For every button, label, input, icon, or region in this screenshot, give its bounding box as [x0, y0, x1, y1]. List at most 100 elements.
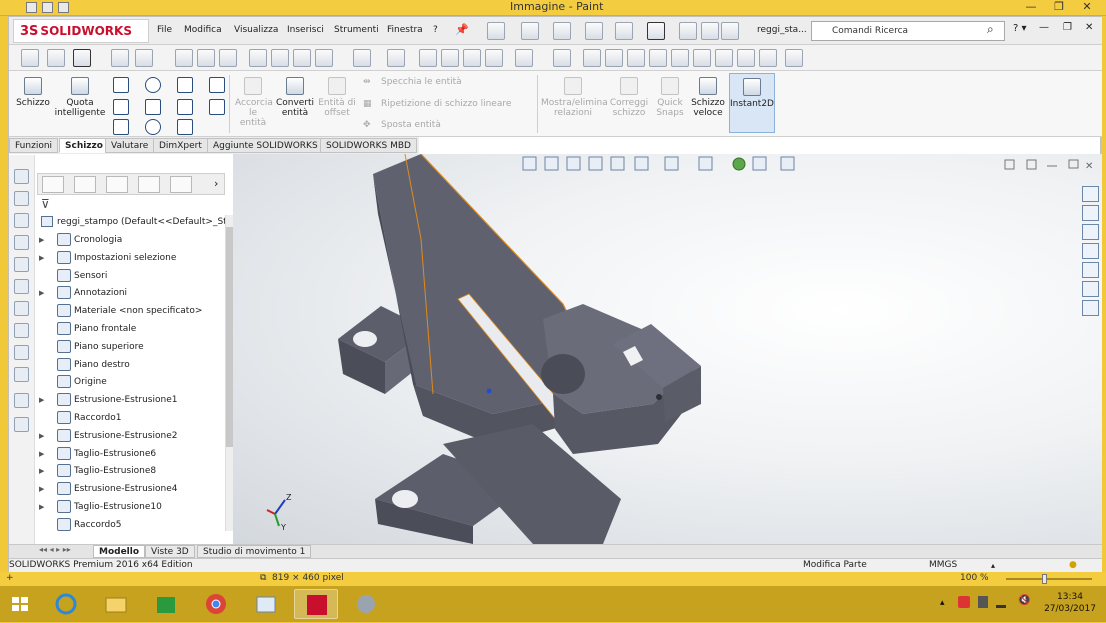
- dynamic-annotation-hud-icon[interactable]: [610, 156, 625, 171]
- rebuild-icon[interactable]: ●: [1069, 559, 1077, 572]
- spline-icon[interactable]: [177, 77, 193, 93]
- tray-device-icon[interactable]: [978, 596, 988, 608]
- point-icon[interactable]: [209, 77, 225, 93]
- instant2d-button[interactable]: Instant2D: [729, 73, 775, 133]
- internet-explorer-icon[interactable]: [44, 589, 88, 619]
- tree-scrollbar-thumb[interactable]: [226, 227, 233, 447]
- zoom-slider[interactable]: [1006, 578, 1092, 580]
- quick-snaps-button[interactable]: Quick Snaps: [653, 77, 687, 118]
- close-icon[interactable]: ✕: [1072, 0, 1102, 15]
- expand-arrow-icon[interactable]: ▶: [39, 498, 47, 516]
- new-document-icon[interactable]: [487, 22, 505, 40]
- viewport-next-icon[interactable]: [1026, 159, 1037, 170]
- display-style-hud-icon[interactable]: [664, 156, 679, 171]
- graphics-viewport[interactable]: ✕ Z Y: [233, 154, 1102, 544]
- tree-item[interactable]: Raccordo5: [37, 516, 225, 534]
- section-view-icon[interactable]: [249, 49, 267, 67]
- view-orientation-hud-icon[interactable]: [634, 156, 649, 171]
- arc-icon[interactable]: [145, 99, 161, 115]
- chevron-right-icon[interactable]: ›: [214, 177, 218, 190]
- section-hud-icon[interactable]: [588, 156, 603, 171]
- sketch-strip-icon[interactable]: [14, 323, 29, 338]
- start-button[interactable]: [2, 589, 38, 619]
- home-icon[interactable]: [1082, 186, 1099, 202]
- search-commands-input[interactable]: Comandi Ricerca: [811, 21, 1005, 41]
- search-icon[interactable]: ⌕: [987, 22, 994, 37]
- file-properties-icon[interactable]: [701, 22, 719, 40]
- appearance-hud-icon[interactable]: [732, 157, 746, 171]
- menu-inserisci[interactable]: Inserisci: [287, 25, 324, 35]
- tab-valutare[interactable]: Valutare: [105, 138, 155, 153]
- sketch-strip-icon[interactable]: [14, 169, 29, 184]
- anchor-icon[interactable]: [553, 49, 571, 67]
- units-dropdown-icon[interactable]: ▴: [991, 559, 995, 572]
- zoom-area-hud-icon[interactable]: [544, 156, 559, 171]
- trimetric-view-icon[interactable]: [737, 49, 755, 67]
- previous-view-icon[interactable]: [219, 49, 237, 67]
- tree-root-part[interactable]: reggi_stampo (Default<<Default>_St: [37, 215, 225, 229]
- edit-appearance-icon[interactable]: [353, 49, 371, 67]
- status-units[interactable]: MMGS: [929, 559, 957, 572]
- save-file-icon[interactable]: [553, 22, 571, 40]
- show-hidden-icons-icon[interactable]: ▴: [940, 598, 945, 608]
- restore-icon[interactable]: ❐: [1044, 0, 1074, 15]
- solidworks-logo[interactable]: 3S SOLIDWORKS: [13, 19, 149, 43]
- sposta-entita-button[interactable]: Sposta entità: [381, 120, 441, 130]
- color-sphere-icon[interactable]: [419, 49, 437, 67]
- appearance-icon[interactable]: [111, 49, 129, 67]
- customize-icon[interactable]: [21, 49, 39, 67]
- expand-arrow-icon[interactable]: ▶: [39, 427, 47, 445]
- hide-show-icon[interactable]: [315, 49, 333, 67]
- tree-item[interactable]: Piano destro: [37, 356, 225, 374]
- redo-icon[interactable]: [58, 2, 69, 13]
- zoom-fit-hud-icon[interactable]: [522, 156, 537, 171]
- sketch-strip-icon[interactable]: [14, 213, 29, 228]
- schizzo-button[interactable]: Schizzo: [15, 77, 51, 108]
- schizzo-veloce-button[interactable]: Schizzo veloce: [689, 77, 727, 118]
- view-palette-icon[interactable]: [1082, 243, 1099, 259]
- circle-icon[interactable]: [145, 77, 161, 93]
- tree-item[interactable]: ▶ Impostazioni selezione: [37, 249, 225, 267]
- polygon-icon[interactable]: [177, 99, 193, 115]
- open-icon[interactable]: [521, 22, 539, 40]
- pin-icon[interactable]: 📌: [455, 23, 469, 36]
- perspective-icon[interactable]: [485, 49, 503, 67]
- cube-view-icon[interactable]: [515, 49, 533, 67]
- property-manager-tab-icon[interactable]: [74, 176, 96, 193]
- sketch-strip-icon[interactable]: [14, 367, 29, 382]
- display-style-icon[interactable]: [293, 49, 311, 67]
- tree-item[interactable]: ▶ Estrusione-Estrusione1: [37, 391, 225, 409]
- converti-entita-button[interactable]: Converti entità: [275, 77, 315, 118]
- menu-finestra[interactable]: Finestra: [387, 25, 423, 35]
- sketch-strip-icon[interactable]: [14, 301, 29, 316]
- tree-item[interactable]: ▶ Cronologia: [37, 231, 225, 249]
- zoom-slider-thumb[interactable]: [1042, 574, 1047, 584]
- tab-mbd[interactable]: SOLIDWORKS MBD: [320, 138, 417, 153]
- filter-tree-icon[interactable]: ⊽: [41, 197, 50, 211]
- expand-arrow-icon[interactable]: ▶: [39, 249, 47, 267]
- layer-icon[interactable]: [47, 49, 65, 67]
- realview-icon[interactable]: [441, 49, 459, 67]
- right-view-icon[interactable]: [649, 49, 667, 67]
- quota-intelligente-button[interactable]: Quota intelligente: [53, 77, 107, 118]
- dimetric-view-icon[interactable]: [759, 49, 777, 67]
- sketch-strip-icon[interactable]: [14, 257, 29, 272]
- tab-schizzo[interactable]: Schizzo: [59, 138, 109, 153]
- viewport-restore-icon[interactable]: [1068, 159, 1079, 169]
- traffic-light-icon[interactable]: [679, 22, 697, 40]
- paint-taskbar-icon[interactable]: [244, 589, 288, 619]
- sketch-strip-icon[interactable]: [14, 235, 29, 250]
- tree-item[interactable]: Origine: [37, 373, 225, 391]
- zoom-fit-icon[interactable]: [175, 49, 193, 67]
- store-icon[interactable]: [144, 589, 188, 619]
- sketch-strip-icon[interactable]: [14, 345, 29, 360]
- tree-item[interactable]: ▶ Estrusione-Estrusione2: [37, 427, 225, 445]
- solidworks-taskbar-icon[interactable]: [294, 589, 338, 619]
- entita-offset-button[interactable]: Entità di offset: [317, 77, 357, 118]
- isometric-view-icon[interactable]: [715, 49, 733, 67]
- scene-icon[interactable]: [387, 49, 405, 67]
- tab-aggiunte[interactable]: Aggiunte SOLIDWORKS: [207, 138, 324, 153]
- tab-studio-movimento[interactable]: Studio di movimento 1: [197, 545, 312, 558]
- accorcia-entita-button[interactable]: Accorcia le entità: [235, 77, 273, 128]
- previous-view-hud-icon[interactable]: [566, 156, 581, 171]
